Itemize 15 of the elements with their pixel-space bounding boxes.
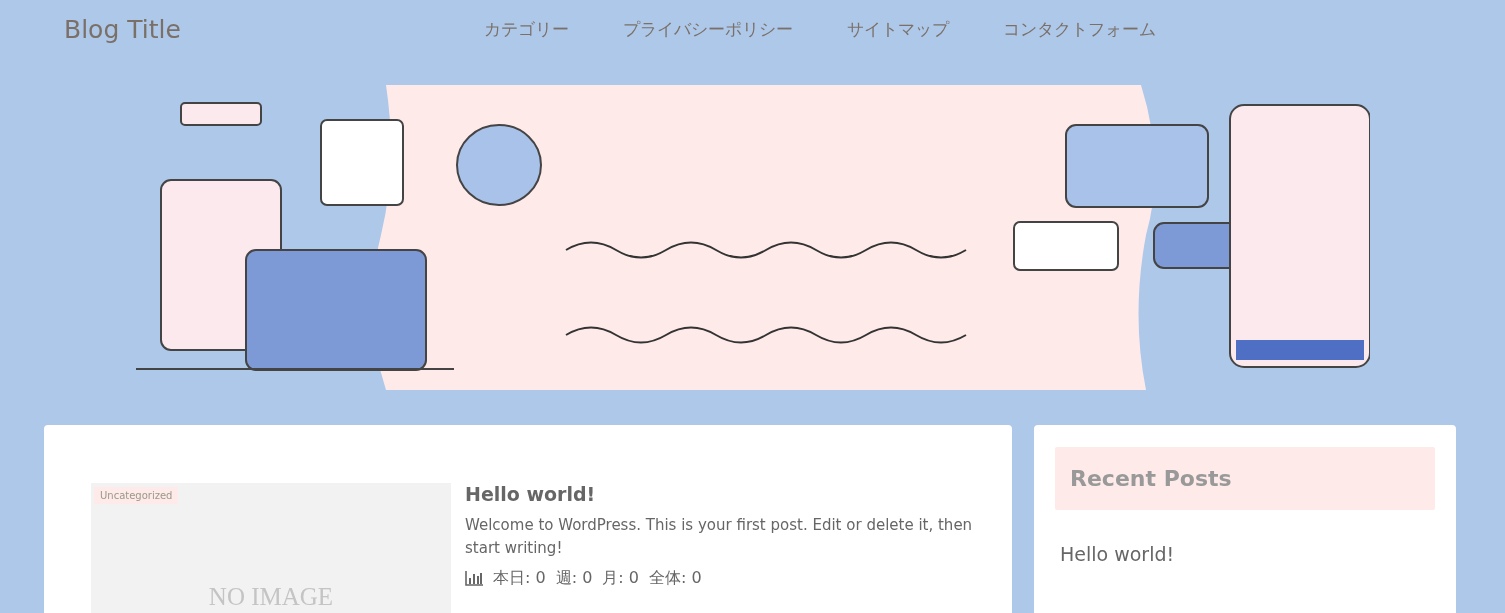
- post-excerpt: Welcome to WordPress. This is your first post. Edit or delete it, then start writing!: [465, 515, 974, 559]
- recent-post-link[interactable]: Hello world!: [1055, 543, 1435, 565]
- nav-link[interactable]: コンタクトフォーム: [1003, 17, 1156, 41]
- view-count: 本日: 0: [493, 568, 546, 589]
- view-count: 全体: 0: [648, 568, 702, 589]
- bar-chart-icon: [465, 571, 483, 586]
- site-title[interactable]: Blog Title: [64, 14, 484, 44]
- nav-link[interactable]: サイトマップ: [847, 17, 949, 41]
- post-title[interactable]: Hello world!: [465, 483, 985, 505]
- widget-title: Recent Posts: [1055, 447, 1435, 510]
- nav-link[interactable]: プライバシーポリシー: [623, 17, 793, 41]
- view-count: 月: 0: [602, 568, 639, 589]
- view-count: 週: 0: [555, 568, 593, 589]
- nav-link[interactable]: カテゴリー: [484, 17, 569, 41]
- category-label[interactable]: Uncategorized: [94, 487, 179, 504]
